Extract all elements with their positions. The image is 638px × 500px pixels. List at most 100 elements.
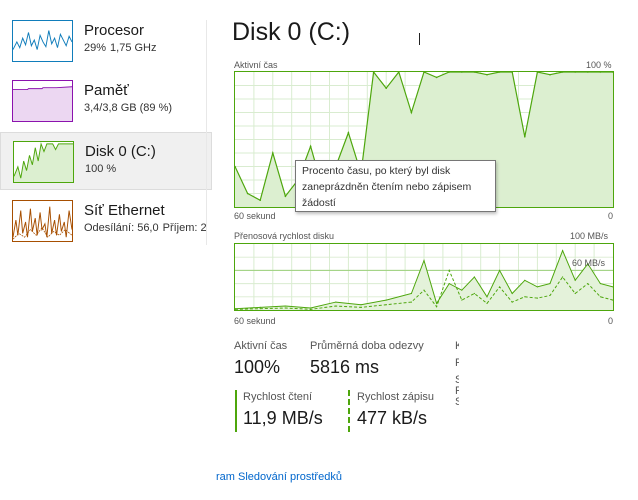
write-rate-point [360, 306, 362, 308]
sidebar-item-label: Paměť [84, 82, 129, 99]
read-rate-point [310, 307, 312, 309]
sidebar: Procesor 29% 1,75 GHz Paměť 3,4/3,8 GB (8… [0, 12, 212, 252]
read-rate-point [499, 269, 501, 271]
write-rate-point [599, 296, 601, 298]
read-rate-point [448, 283, 450, 285]
transfer-graph-label: Přenosová rychlost disku [234, 231, 335, 241]
active-time-point [309, 145, 312, 148]
active-graph-min-label: 0 [608, 211, 614, 221]
cpu-thumbnail-graph [12, 20, 73, 62]
read-rate-point [284, 305, 286, 307]
sidebar-item-label: Disk 0 (C:) [85, 143, 156, 160]
active-time-stat-value: 100% [234, 357, 281, 377]
read-rate-point [599, 283, 601, 285]
read-rate-point [360, 304, 362, 306]
tooltip-line: žádostí [302, 197, 336, 209]
active-time-point [347, 131, 350, 134]
page-title: Disk 0 (C:) [232, 18, 351, 46]
write-rate-point [536, 297, 538, 299]
transfer-graph-mid-label: 60 MB/s [572, 258, 606, 268]
write-speed-stat-label: Rychlost zápisu [357, 391, 435, 403]
sidebar-item-disk[interactable]: Disk 0 (C:) 100 % [0, 132, 212, 190]
active-graph-max-label: 100 % [586, 60, 612, 70]
tooltip-line: Procento času, po který byl disk [302, 165, 451, 177]
sidebar-item-detail: 3,4/3,8 GB (89 %) [84, 102, 173, 114]
sidebar-item-detail: Odesílání: 56,0 Příjem: 2 [84, 222, 207, 234]
sidebar-item-cpu[interactable]: Procesor 29% 1,75 GHz [0, 12, 212, 70]
write-rate-point [549, 294, 551, 297]
sidebar-item-detail: 29% 1,75 GHz [84, 42, 157, 54]
read-rate-point [549, 283, 551, 285]
write-rate-point [587, 283, 589, 285]
read-rate-point [335, 301, 337, 303]
write-rate-point [310, 308, 312, 310]
write-rate-point [499, 286, 501, 288]
active-time-point [272, 152, 274, 154]
read-rate-point [410, 292, 412, 295]
read-rate-point [473, 276, 475, 278]
active-time-point [524, 136, 526, 138]
read-speed-stat-value: 11,9 MB/s [243, 408, 323, 428]
tooltip-line: zaneprázdněn čtením nebo zápisem [302, 181, 472, 193]
write-rate-point [486, 302, 488, 304]
read-rate-point [574, 279, 576, 281]
sidebar-item-detail: 100 % [85, 163, 117, 175]
transfer-rate-chart [235, 244, 613, 310]
write-speed-stat-value: 477 kB/s [357, 408, 428, 428]
avg-response-stat-value: 5816 ms [310, 357, 380, 377]
transfer-graph-min-label: 0 [608, 316, 614, 326]
write-rate-point [335, 305, 337, 307]
read-speed-stat-label: Rychlost čtení [243, 391, 313, 403]
active-time-point [486, 73, 488, 76]
read-rate-point [385, 299, 387, 301]
write-rate-point [385, 304, 387, 306]
transfer-graph-max-label: 100 MB/s [570, 231, 609, 241]
active-time-point [410, 111, 413, 114]
active-time-point [246, 192, 249, 195]
active-time-point [549, 73, 551, 76]
write-rate-point [284, 307, 286, 309]
read-rate-point [524, 279, 526, 281]
read-speed-indicator [235, 390, 237, 432]
write-rate-point [410, 301, 412, 303]
read-rate-point [461, 289, 463, 291]
active-graph-label: Aktivní čas [234, 60, 278, 70]
truncated-text: K [455, 340, 459, 352]
write-rate-point [574, 292, 576, 295]
write-rate-point [259, 308, 261, 310]
resource-monitor-link[interactable]: ram Sledování prostředků [216, 471, 342, 483]
truncated-text: S [455, 396, 459, 408]
write-rate-point [524, 296, 526, 298]
read-rate-point [486, 296, 488, 298]
write-rate-point [436, 306, 438, 308]
active-time-point [259, 199, 261, 202]
active-time-point [284, 195, 287, 197]
sidebar-item-network[interactable]: Síť Ethernet Odesílání: 56,0 Příjem: 2 [0, 192, 212, 250]
active-time-point [385, 87, 387, 89]
network-thumbnail-graph [12, 200, 73, 242]
read-rate-point [436, 302, 438, 304]
sidebar-item-memory[interactable]: Paměť 3,4/3,8 GB (89 %) [0, 72, 212, 130]
read-rate-point [423, 259, 425, 262]
truncated-text: F [455, 357, 459, 369]
write-rate-point [511, 301, 513, 303]
sidebar-item-label: Síť Ethernet [84, 202, 165, 219]
sidebar-item-label: Procesor [84, 22, 145, 39]
active-time-stat-label: Aktivní čas [234, 340, 288, 352]
read-rate-point [511, 292, 513, 295]
avg-response-stat-label: Průměrná doba odezvy [310, 340, 424, 352]
disk-thumbnail-graph [13, 141, 74, 183]
write-rate-point [562, 276, 564, 278]
active-time-tooltip: Procento času, po který byl disk zaneprá… [295, 160, 496, 212]
write-speed-indicator [348, 390, 350, 432]
transfer-rate-graph [234, 243, 614, 311]
active-graph-time-label: 60 sekund [234, 211, 276, 221]
read-rate-point [536, 286, 538, 288]
write-rate-point [461, 299, 463, 301]
write-rate-point [448, 269, 450, 271]
text-cursor-icon [419, 33, 420, 45]
write-rate-point [423, 289, 425, 291]
read-rate-point [259, 306, 261, 308]
read-rate-point [562, 250, 564, 252]
sidebar-divider [206, 20, 207, 245]
